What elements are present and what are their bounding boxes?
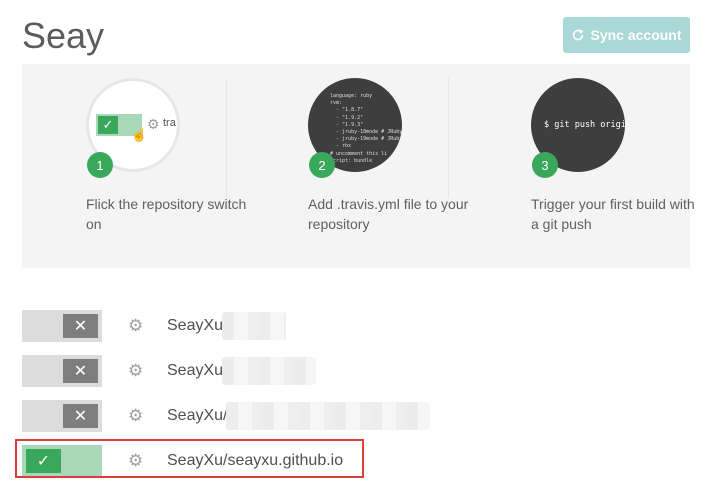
hand-cursor-icon: ☝: [131, 127, 148, 142]
redacted-text: [222, 312, 286, 340]
gear-icon[interactable]: ⚙: [128, 361, 143, 381]
step-number: 1: [87, 152, 113, 178]
step-number: 2: [309, 152, 335, 178]
highlight-box: [15, 439, 364, 478]
repo-name[interactable]: SeayXu: [167, 362, 223, 380]
redacted-text: [222, 357, 316, 385]
repo-row: ✕ ⚙ SeayXu: [22, 355, 582, 387]
sync-account-button[interactable]: Sync account: [563, 17, 690, 53]
repo-name[interactable]: SeayXu: [167, 317, 223, 335]
repo-toggle[interactable]: ✕: [22, 400, 102, 432]
repo-name[interactable]: SeayXu/: [167, 407, 227, 425]
travis-yml-code: language: ruby rvm: - "1.8.7" - "1.9.2" …: [330, 93, 402, 164]
sync-account-label: Sync account: [590, 27, 682, 43]
step-text: Trigger your first build with a git push: [531, 196, 695, 232]
step-text: Flick the repository switch on: [86, 196, 247, 232]
gear-icon: ⚙: [147, 116, 160, 132]
step-text: Add .travis.yml file to your repository: [308, 196, 469, 232]
check-icon: ✓: [98, 116, 118, 134]
git-push-command: $ git push origin: [544, 120, 625, 130]
repo-row: ✕ ⚙ SeayXu/: [22, 400, 582, 432]
sync-icon: [573, 28, 585, 41]
step-number: 3: [532, 152, 558, 178]
getting-started-panel: ✓ ⚙ tra ☝ 1 Flick the repository switch …: [22, 64, 695, 268]
repo-toggle[interactable]: ✕: [22, 310, 102, 342]
close-icon: ✕: [63, 314, 98, 338]
gear-icon[interactable]: ⚙: [128, 316, 143, 336]
gear-icon[interactable]: ⚙: [128, 406, 143, 426]
close-icon: ✕: [63, 359, 98, 383]
illustration-repo-text: tra: [163, 117, 176, 129]
close-icon: ✕: [63, 404, 98, 428]
step-divider: [448, 78, 449, 198]
repo-row: ✕ ⚙ SeayXu: [22, 310, 582, 342]
redacted-text: [226, 402, 430, 430]
step-divider: [226, 78, 227, 198]
repo-toggle[interactable]: ✕: [22, 355, 102, 387]
page-title: Seay: [22, 15, 105, 56]
